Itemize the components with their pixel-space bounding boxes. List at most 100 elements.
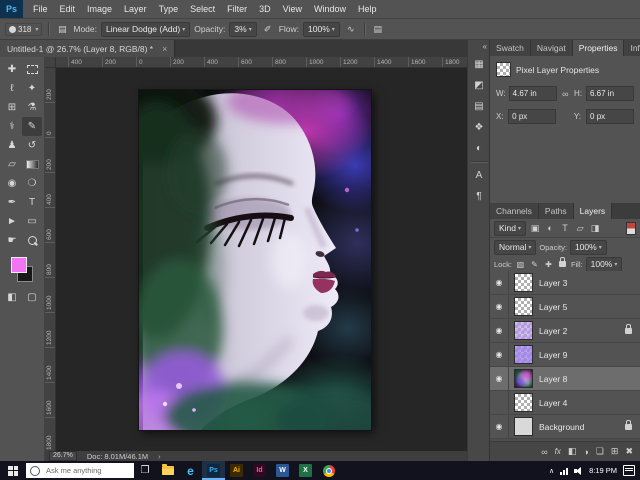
layer-thumbnail[interactable] [514,417,533,436]
filter-smart-object-icon[interactable]: ◨ [589,222,601,234]
layer-visibility-toggle[interactable] [490,391,509,414]
eraser-tool[interactable]: ▱ [2,155,22,174]
layer-name[interactable]: Background [539,422,625,432]
lock-transparency-icon[interactable]: ▨ [515,259,526,270]
tab-properties[interactable]: Properties [572,40,625,56]
ruler-corner[interactable] [45,57,56,68]
layer-filter-toggle[interactable] [626,221,636,235]
status-menu-arrow[interactable]: › [158,452,161,461]
brush-settings-toggle-icon[interactable]: ▤ [55,22,69,36]
layer-fill-select[interactable]: 100% ▾ [585,256,623,272]
gradient-tool[interactable] [22,155,42,174]
opacity-select[interactable]: 3% ▾ [229,21,257,37]
start-button[interactable] [0,461,26,480]
photoshop-logo-icon[interactable]: Ps [0,0,23,18]
quick-selection-tool[interactable]: ✦ [22,79,42,98]
layer-row[interactable]: ◉ Layer 3 [490,271,640,295]
pasteboard[interactable] [56,68,467,451]
lock-all-icon[interactable] [557,257,568,270]
crop-tool[interactable]: ⊞ [2,98,22,117]
link-dimensions-icon[interactable]: ∞ [560,89,571,99]
canvas-image[interactable] [139,90,371,430]
swatches-panel-icon[interactable]: ▦ [471,56,488,72]
new-layer-icon[interactable]: ⊞ [611,446,619,457]
flow-select[interactable]: 100% ▾ [303,21,340,37]
layer-visibility-toggle[interactable]: ◉ [490,415,509,438]
brush-tool[interactable]: ✎ [22,117,42,136]
layer-opacity-select[interactable]: 100% ▾ [569,239,607,255]
layer-row[interactable]: ◉ Layer 9 [490,343,640,367]
spot-healing-tool[interactable]: ⚕ [2,117,22,136]
delete-layer-icon[interactable]: ✖ [625,446,633,457]
height-field[interactable]: 6.67 in [586,86,634,101]
menu-3d[interactable]: 3D [253,0,277,18]
layer-row[interactable]: ◉ Layer 2 [490,319,640,343]
clone-stamp-tool[interactable]: ♟ [2,136,22,155]
volume-icon[interactable] [574,466,583,475]
network-icon[interactable] [560,467,569,475]
layer-row[interactable]: ◉ Background [490,415,640,439]
move-tool[interactable]: ✚ [2,60,22,79]
filter-type-icon[interactable]: T [559,222,571,234]
layer-name[interactable]: Layer 3 [539,278,640,288]
screen-mode-button[interactable]: ▢ [22,288,42,307]
pen-pressure-icon[interactable]: ✐ [261,22,275,36]
layer-row[interactable]: Layer 4 [490,391,640,415]
brush-panel-icon[interactable]: ▤ [371,22,385,36]
zoom-tool[interactable] [22,231,42,250]
foreground-color-swatch[interactable] [11,257,27,273]
taskbar-app-illustrator[interactable]: Ai [225,461,248,480]
tab-paths[interactable]: Paths [538,203,574,219]
layer-visibility-toggle[interactable]: ◉ [490,343,509,366]
layer-name[interactable]: Layer 4 [539,398,640,408]
layer-thumbnail[interactable] [514,345,533,364]
tab-layers[interactable]: Layers [573,203,613,219]
pen-tool[interactable]: ✒ [2,193,22,212]
history-brush-tool[interactable]: ↺ [22,136,42,155]
tray-expand-icon[interactable]: ∧ [549,467,554,475]
type-tool[interactable]: T [22,193,42,212]
filter-shape-icon[interactable]: ▱ [574,222,586,234]
blur-tool[interactable]: ◉ [2,174,22,193]
adjustment-layer-icon[interactable]: ◑ [583,447,588,457]
layer-row-selected[interactable]: ◉ Layer 8 [490,367,640,391]
x-field[interactable]: 0 px [508,109,557,124]
layer-visibility-toggle[interactable]: ◉ [490,271,509,294]
clone-source-panel-icon[interactable]: ◐ [471,140,488,156]
expand-panels-icon[interactable]: « [483,42,487,51]
taskbar-app-file-explorer[interactable] [156,461,179,480]
menu-file[interactable]: File [27,0,54,18]
layer-visibility-toggle[interactable]: ◉ [490,319,509,342]
path-selection-tool[interactable]: ► [2,212,22,231]
lock-position-icon[interactable]: ✚ [543,259,554,270]
layer-blend-mode-select[interactable]: Normal ▾ [494,239,537,255]
layer-visibility-toggle[interactable]: ◉ [490,367,509,390]
menu-select[interactable]: Select [184,0,221,18]
tab-info[interactable]: Info [624,40,640,56]
layer-thumbnail[interactable] [514,297,533,316]
libraries-panel-icon[interactable]: ▤ [471,98,488,114]
lasso-tool[interactable]: ℓ [2,79,22,98]
menu-view[interactable]: View [277,0,308,18]
filter-pixel-icon[interactable]: ▣ [529,222,541,234]
search-input[interactable] [44,465,128,476]
taskbar-search[interactable] [26,463,134,478]
taskbar-app-excel[interactable]: X [294,461,317,480]
shape-tool[interactable]: ▭ [22,212,42,231]
rectangular-marquee-tool[interactable] [22,60,42,79]
taskbar-app-word[interactable]: W [271,461,294,480]
brush-preset-picker[interactable]: 318 ▾ [5,22,43,36]
menu-layer[interactable]: Layer [118,0,153,18]
tab-swatches[interactable]: Swatch [490,40,531,56]
tab-channels[interactable]: Channels [490,203,539,219]
airbrush-icon[interactable]: ∿ [344,22,358,36]
taskbar-app-indesign[interactable]: Id [248,461,271,480]
link-layers-icon[interactable]: ∞ [541,447,547,457]
zoom-level-field[interactable]: 26.7% [49,451,77,461]
layer-row[interactable]: ◉ Layer 5 [490,295,640,319]
taskbar-app-photoshop[interactable]: Ps [202,461,225,480]
adjustments-panel-icon[interactable]: ◩ [471,77,488,93]
layer-visibility-toggle[interactable]: ◉ [490,295,509,318]
layer-style-icon[interactable]: fx [555,447,561,456]
menu-edit[interactable]: Edit [54,0,82,18]
